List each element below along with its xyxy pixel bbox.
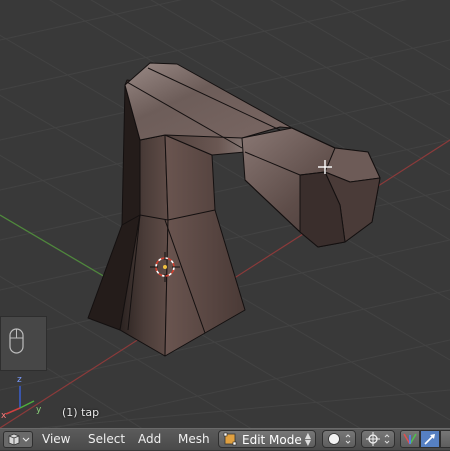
solid-shading-icon — [328, 433, 351, 445]
menu-select[interactable]: Select — [88, 432, 125, 446]
rotate-manipulator-button[interactable] — [440, 430, 450, 448]
mouse-emulation-panel — [0, 316, 47, 371]
mode-selector[interactable]: Edit Mode ▲ ▼ — [218, 430, 316, 448]
floor-grid — [0, 0, 450, 428]
manipulator-toggle[interactable] — [400, 430, 420, 448]
manipulator-icon — [403, 433, 417, 445]
menu-mesh[interactable]: Mesh — [178, 432, 210, 446]
chevron-up-down-icon: ▲ ▼ — [304, 431, 311, 447]
mouse-icon — [9, 328, 24, 354]
axis-x-label: x — [1, 411, 7, 421]
pivot-icon — [366, 432, 390, 446]
menu-add[interactable]: Add — [138, 432, 161, 446]
arrow-icon — [424, 434, 435, 445]
viewport-canvas[interactable]: z y x — [0, 0, 450, 428]
edit-mode-icon — [223, 432, 237, 446]
axis-y-label: y — [36, 405, 42, 415]
viewport-shading-selector[interactable] — [322, 430, 356, 448]
editor-type-button[interactable] — [3, 431, 33, 448]
object-name-label: (1) tap — [62, 406, 100, 419]
tap-mesh[interactable] — [87, 62, 381, 357]
translate-manipulator-button[interactable] — [420, 430, 440, 448]
3d-viewport[interactable]: z y x (1) tap — [0, 0, 450, 428]
mode-selector-label: Edit Mode — [242, 433, 302, 447]
pivot-point-selector[interactable] — [361, 430, 395, 448]
axis-z-label: z — [17, 375, 22, 385]
viewport-header: View Select Add Mesh Edit Mode ▲ ▼ — [0, 428, 450, 450]
menu-view[interactable]: View — [42, 432, 70, 446]
cube-icon — [8, 433, 30, 446]
